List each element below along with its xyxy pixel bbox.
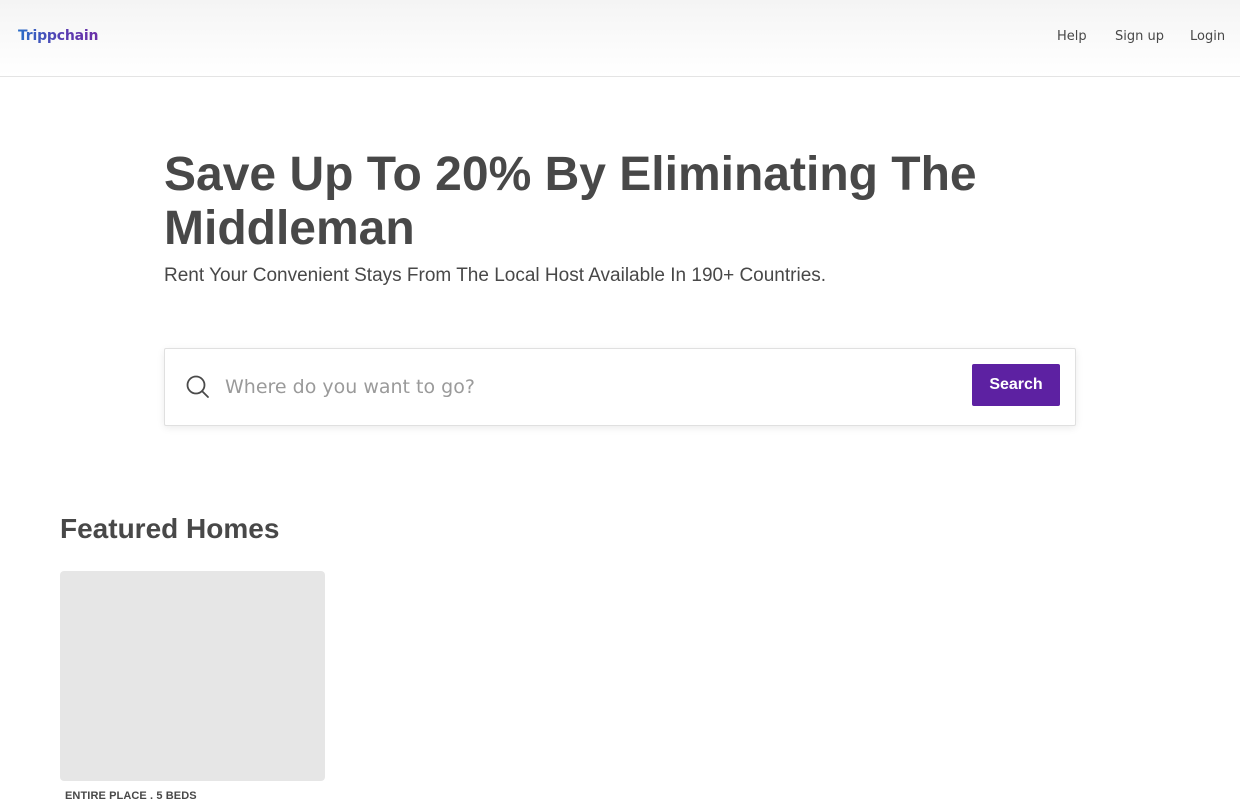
brand-logo[interactable]: Trippchain xyxy=(18,28,98,44)
destination-search-input[interactable] xyxy=(225,367,955,407)
nav-login-link[interactable]: Login xyxy=(1190,29,1225,44)
featured-home-card[interactable]: ENTIRE PLACE . 5 BEDS xyxy=(60,571,325,802)
search-button[interactable]: Search xyxy=(972,364,1060,406)
featured-homes-heading: Featured Homes xyxy=(60,513,280,544)
nav-help-link[interactable]: Help xyxy=(1057,29,1087,44)
search-icon xyxy=(185,374,211,400)
home-image-placeholder[interactable] xyxy=(60,571,325,781)
top-navbar: Trippchain Help Sign up Login xyxy=(0,0,1240,77)
hero-subtitle: Rent Your Convenient Stays From The Loca… xyxy=(164,265,827,286)
search-bar: Search xyxy=(164,348,1076,426)
nav-signup-link[interactable]: Sign up xyxy=(1115,29,1164,44)
hero-title: Save Up To 20% By Eliminating The Middle… xyxy=(164,148,977,255)
home-type-label: ENTIRE PLACE . 5 BEDS xyxy=(65,790,197,802)
